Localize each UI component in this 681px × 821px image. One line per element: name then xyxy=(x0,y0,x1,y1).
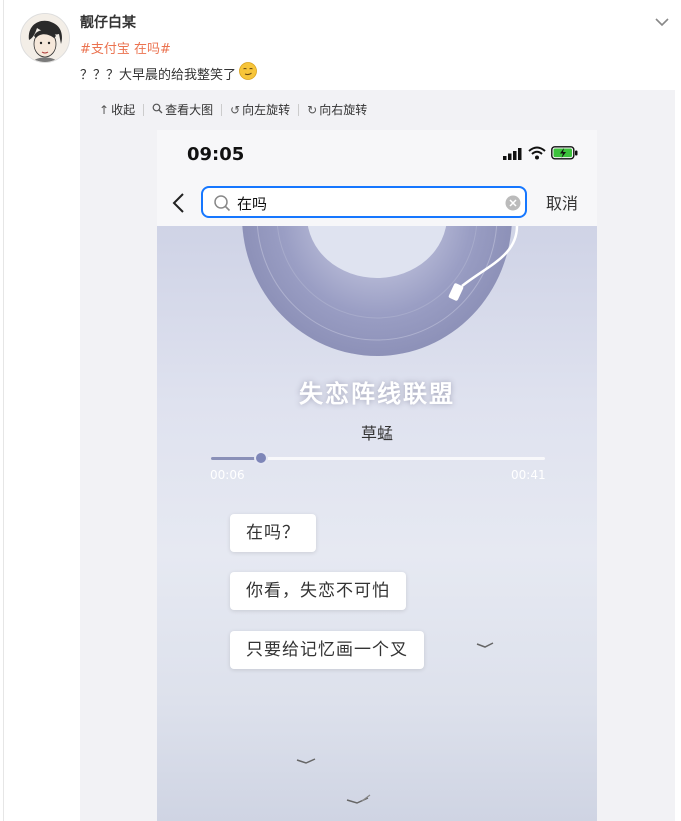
rotate-left-button[interactable]: ↺ 向左旋转 xyxy=(230,101,290,118)
username[interactable]: 靓仔白某 xyxy=(80,12,136,32)
magnifier-icon xyxy=(152,103,163,117)
arrow-up-icon: ↑ xyxy=(99,102,110,117)
left-divider xyxy=(3,0,4,821)
vinyl-record-artwork xyxy=(242,226,519,804)
rotate-right-label: 向右旋转 xyxy=(319,103,368,117)
search-value: 在吗 xyxy=(237,195,268,213)
avatar[interactable] xyxy=(20,13,70,63)
view-large-label: 查看大图 xyxy=(165,103,214,117)
elapsed-time: 00:06 xyxy=(210,468,245,482)
lyric-bubble: 在吗？ xyxy=(230,514,316,552)
collapse-button[interactable]: ↑ 收起 xyxy=(99,101,135,118)
lyric-bubble: 你看，失恋不可怕 xyxy=(230,572,406,610)
lyric-bubble: 只要给记忆画一个叉 xyxy=(230,631,424,669)
chevron-down-icon[interactable] xyxy=(652,14,672,30)
toolbar-divider xyxy=(298,103,300,116)
signal-icon xyxy=(503,148,522,160)
search-input[interactable]: 在吗 xyxy=(201,186,527,218)
topic-hashtag-link[interactable]: #支付宝 在吗# xyxy=(80,38,171,57)
clear-icon[interactable] xyxy=(505,195,521,211)
search-header: 在吗 取消 xyxy=(157,182,597,226)
view-large-button[interactable]: 查看大图 xyxy=(152,101,213,118)
progress-thumb[interactable] xyxy=(254,451,269,465)
status-bar: 09:05 xyxy=(157,130,597,182)
post-content: ？？？大早晨的给我整笑了 xyxy=(80,62,257,84)
progress-slider[interactable] xyxy=(211,451,545,465)
rotate-right-icon: ↻ xyxy=(307,102,318,117)
phone-screenshot: 09:05 在吗 取消 失恋阵线联盟 草蜢 00:06 00:41 在吗？ 你看… xyxy=(157,130,597,821)
rotate-right-button[interactable]: ↻ 向右旋转 xyxy=(307,101,367,118)
toolbar-divider xyxy=(143,103,145,116)
song-title: 失恋阵线联盟 xyxy=(299,380,455,408)
music-player: 失恋阵线联盟 草蜢 00:06 00:41 在吗？ 你看，失恋不可怕 只要给记忆… xyxy=(157,226,597,821)
cancel-button[interactable]: 取消 xyxy=(546,190,578,214)
collapse-label: 收起 xyxy=(111,103,136,117)
status-time: 09:05 xyxy=(187,144,245,165)
image-toolbar: ↑ 收起 查看大图 ↺ 向左旋转 ↻ 向右旋转 xyxy=(99,101,381,118)
rotate-left-icon: ↺ xyxy=(230,102,241,117)
toolbar-divider xyxy=(221,103,223,116)
total-time: 00:41 xyxy=(511,468,546,482)
battery-charging-icon xyxy=(551,146,578,160)
back-arrow-icon[interactable] xyxy=(169,190,189,216)
rotate-left-label: 向左旋转 xyxy=(242,103,291,117)
smirk-emoji-icon xyxy=(239,62,257,84)
post-text: ？？？大早晨的给我整笑了 xyxy=(80,67,237,83)
artist-name: 草蜢 xyxy=(360,424,393,443)
search-icon xyxy=(214,195,231,212)
wifi-icon xyxy=(528,146,546,160)
